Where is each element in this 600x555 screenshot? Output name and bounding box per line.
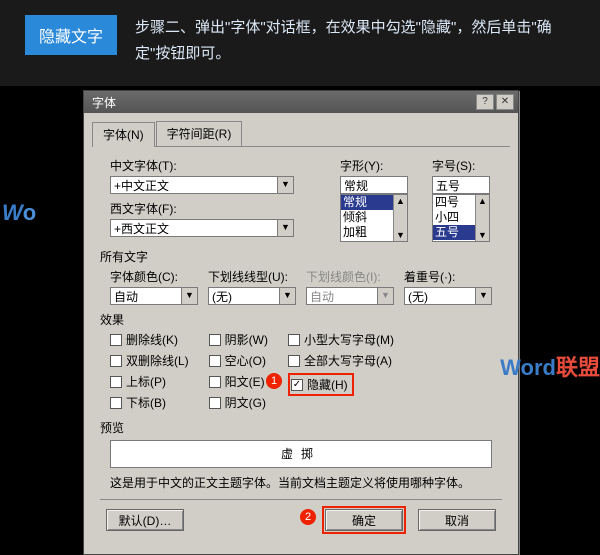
lat-font-combo[interactable]: ▼	[110, 219, 326, 237]
style-listbox[interactable]: 常规 倾斜 加粗 ▲▼	[340, 194, 408, 242]
chk-sub[interactable]: 下标(B)	[110, 394, 189, 411]
preview-note: 这是用于中文的正文主题字体。当前文档主题定义将使用哪种字体。	[110, 474, 492, 491]
color-label: 字体颜色(C):	[110, 268, 200, 285]
ulcolor-label: 下划线颜色(I):	[306, 268, 396, 285]
arrow-down-icon[interactable]: ▼	[394, 229, 407, 241]
chevron-down-icon[interactable]: ▼	[278, 219, 294, 237]
chk-outline[interactable]: 空心(O)	[209, 352, 268, 369]
arrow-up-icon[interactable]: ▲	[394, 195, 407, 207]
chk-super[interactable]: 上标(P)	[110, 373, 189, 390]
chk-smallcaps[interactable]: 小型大写字母(M)	[288, 331, 394, 348]
underline-label: 下划线线型(U):	[208, 268, 298, 285]
chevron-down-icon[interactable]: ▼	[182, 287, 198, 305]
chk-dstrike[interactable]: 双删除线(L)	[110, 352, 189, 369]
close-icon[interactable]: ✕	[496, 94, 514, 110]
tutorial-header: 隐藏文字 步骤二、弹出"字体"对话框，在效果中勾选"隐藏"，然后单击"确定"按钮…	[0, 0, 600, 86]
color-combo[interactable]: ▼	[110, 287, 200, 305]
emphasis-input[interactable]	[404, 287, 476, 305]
tab-font[interactable]: 字体(N)	[92, 122, 155, 147]
chk-allcaps[interactable]: 全部大写字母(A)	[288, 352, 394, 369]
callout-1: 1	[266, 373, 282, 389]
lat-font-input[interactable]	[110, 219, 278, 237]
tab-spacing[interactable]: 字符间距(R)	[156, 121, 243, 146]
watermark-left: Wo	[2, 200, 36, 226]
ok-button[interactable]: 确定	[325, 509, 403, 531]
tab-row: 字体(N) 字符间距(R)	[92, 121, 510, 147]
cn-font-label: 中文字体(T):	[110, 157, 326, 174]
chk-strike[interactable]: 删除线(K)	[110, 331, 189, 348]
emphasis-label: 着重号(·):	[404, 268, 494, 285]
step-instruction: 步骤二、弹出"字体"对话框，在效果中勾选"隐藏"，然后单击"确定"按钮即可。	[135, 15, 575, 66]
chk-shadow[interactable]: 阴影(W)	[209, 331, 268, 348]
size-label: 字号(S):	[432, 157, 502, 174]
size-input[interactable]	[432, 176, 490, 194]
check-icon[interactable]: ✓	[291, 379, 303, 391]
chk-engrave[interactable]: 阴文(G)	[209, 394, 268, 411]
alltext-label: 所有文字	[100, 248, 502, 265]
cancel-button[interactable]: 取消	[418, 509, 496, 531]
color-input[interactable]	[110, 287, 182, 305]
scrollbar[interactable]: ▲▼	[393, 195, 407, 241]
chk-hidden[interactable]: ✓隐藏(H)	[291, 376, 348, 393]
effects-label: 效果	[100, 311, 502, 328]
default-button[interactable]: 默认(D)…	[106, 509, 184, 531]
ulcolor-combo: ▼	[306, 287, 396, 305]
step-badge: 隐藏文字	[25, 15, 117, 55]
dialog-titlebar[interactable]: 字体 ? ✕	[84, 91, 518, 113]
underline-input[interactable]	[208, 287, 280, 305]
callout-2: 2	[300, 509, 316, 525]
hidden-highlight: ✓隐藏(H)	[288, 373, 354, 396]
chevron-down-icon[interactable]: ▼	[280, 287, 296, 305]
dialog-title: 字体	[92, 94, 116, 111]
chk-emboss[interactable]: 阳文(E)	[209, 373, 268, 390]
style-input[interactable]	[340, 176, 408, 194]
ulcolor-input	[306, 287, 378, 305]
arrow-up-icon[interactable]: ▲	[476, 195, 489, 207]
scrollbar[interactable]: ▲▼	[475, 195, 489, 241]
style-label: 字形(Y):	[340, 157, 418, 174]
ok-highlight: 确定	[322, 506, 406, 534]
preview-label: 预览	[100, 419, 502, 436]
chevron-down-icon[interactable]: ▼	[278, 176, 294, 194]
watermark-right: Word联盟	[500, 350, 600, 382]
cn-font-combo[interactable]: ▼	[110, 176, 326, 194]
chevron-down-icon[interactable]: ▼	[476, 287, 492, 305]
help-icon[interactable]: ?	[476, 94, 494, 110]
underline-combo[interactable]: ▼	[208, 287, 298, 305]
size-listbox[interactable]: 四号 小四 五号 ▲▼	[432, 194, 490, 242]
font-dialog: 字体 ? ✕ 字体(N) 字符间距(R) 中文字体(T): ▼ 西文字体(F):	[83, 90, 519, 555]
cn-font-input[interactable]	[110, 176, 278, 194]
preview-box: 虚掷	[110, 440, 492, 468]
chevron-down-icon: ▼	[378, 287, 394, 305]
arrow-down-icon[interactable]: ▼	[476, 229, 489, 241]
emphasis-combo[interactable]: ▼	[404, 287, 494, 305]
lat-font-label: 西文字体(F):	[110, 200, 326, 217]
